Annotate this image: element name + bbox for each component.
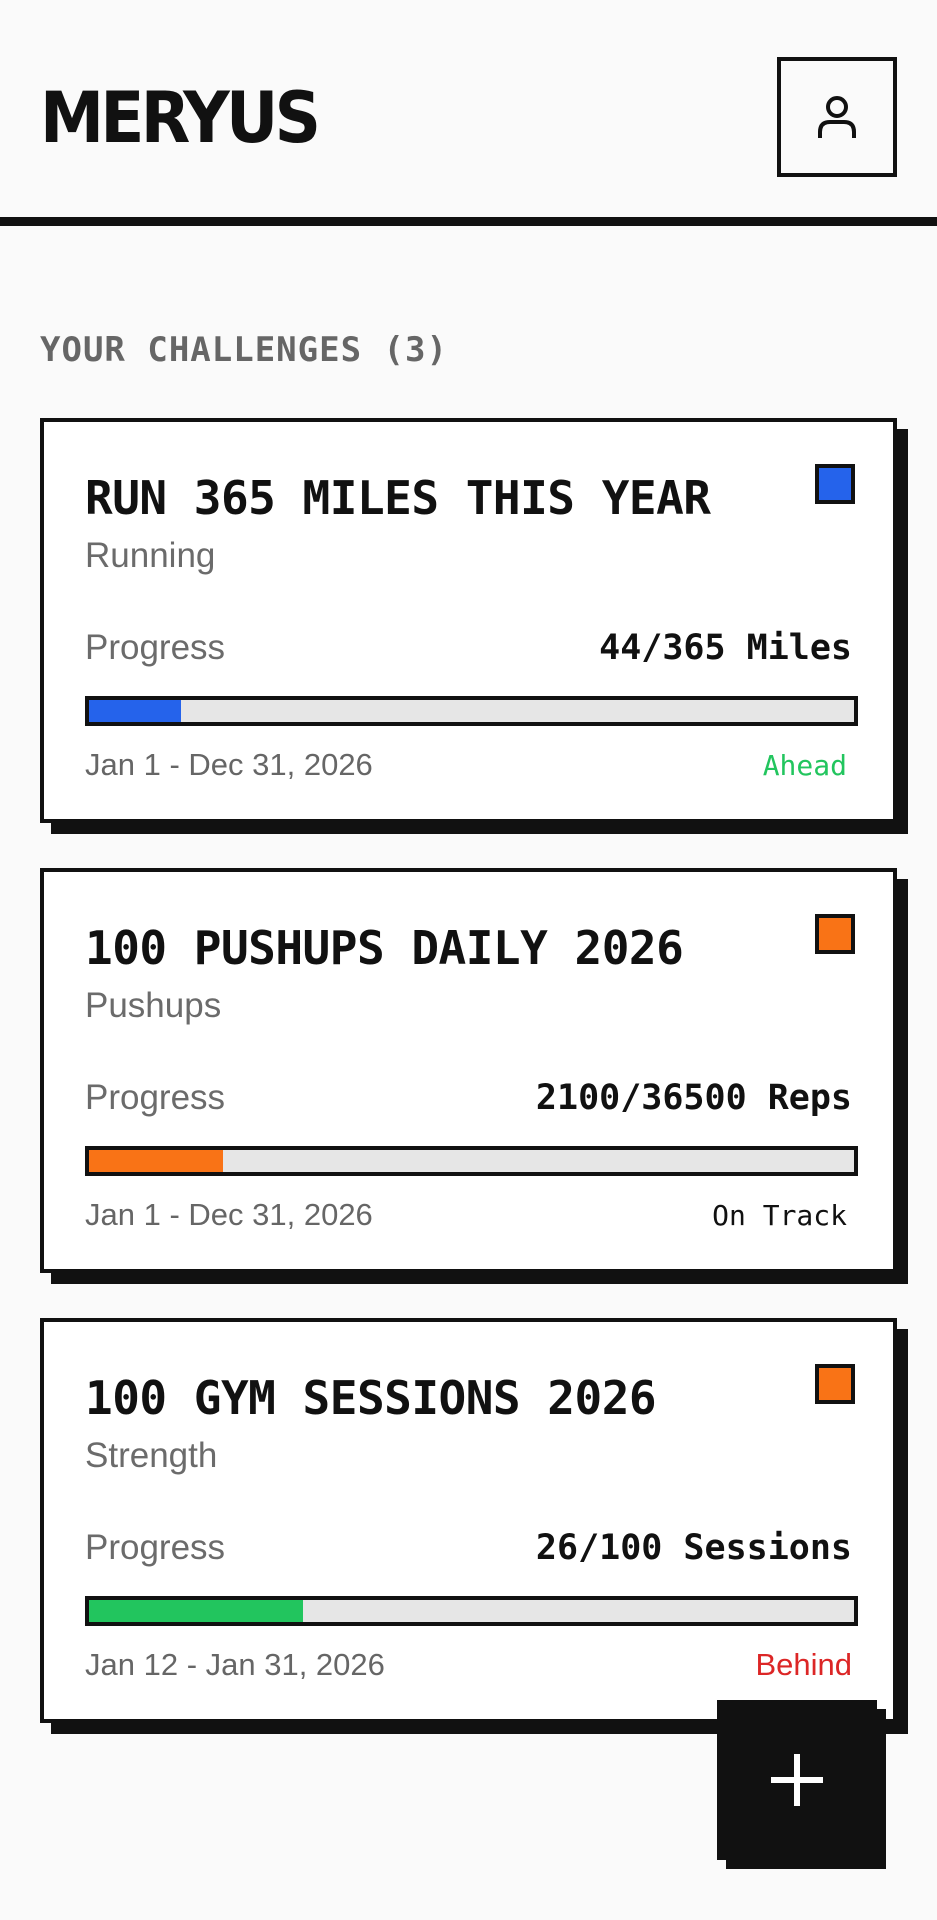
progress-fill — [89, 700, 182, 722]
challenge-dates: Jan 1 - Dec 31, 2026 — [85, 1197, 373, 1232]
challenge-title: 100 PUSHUPS DAILY 2026 — [85, 921, 684, 975]
status-badge: Behind — [755, 1647, 852, 1682]
status-badge: Ahead — [762, 749, 847, 782]
profile-button[interactable] — [777, 57, 897, 177]
add-challenge-button[interactable] — [717, 1700, 877, 1860]
challenge-color-swatch — [815, 464, 855, 504]
progress-value: 26/100 Sessions — [535, 1528, 852, 1568]
progress-label: Progress — [85, 1078, 226, 1117]
challenge-title: 100 GYM SESSIONS 2026 — [85, 1371, 657, 1425]
progress-bar — [85, 696, 858, 726]
challenge-card[interactable]: 100 PUSHUPS DAILY 2026 Pushups Progress … — [40, 868, 897, 1273]
section-title: YOUR CHALLENGES (3) — [40, 330, 448, 370]
challenge-dates: Jan 1 - Dec 31, 2026 — [85, 747, 373, 782]
progress-fill — [89, 1600, 304, 1622]
progress-bar — [85, 1596, 858, 1626]
status-badge: On Track — [712, 1199, 847, 1232]
app-logo: MERYUS — [40, 77, 321, 159]
progress-fill — [89, 1150, 223, 1172]
plus-icon — [771, 1754, 823, 1806]
challenge-card[interactable]: 100 GYM SESSIONS 2026 Strength Progress … — [40, 1318, 897, 1723]
app-header: MERYUS — [0, 0, 937, 226]
progress-bar — [85, 1146, 858, 1176]
challenge-color-swatch — [815, 1364, 855, 1404]
challenge-card[interactable]: RUN 365 MILES THIS YEAR Running Progress… — [40, 418, 897, 823]
progress-value: 44/365 Miles — [599, 628, 852, 668]
challenge-color-swatch — [815, 914, 855, 954]
progress-label: Progress — [85, 1528, 226, 1567]
challenge-dates: Jan 12 - Jan 31, 2026 — [85, 1647, 385, 1682]
challenge-title: RUN 365 MILES THIS YEAR — [85, 471, 711, 525]
challenge-category: Running — [85, 536, 216, 575]
user-icon — [818, 96, 856, 138]
challenge-category: Strength — [85, 1436, 218, 1475]
progress-value: 2100/36500 Reps — [535, 1078, 852, 1118]
challenge-category: Pushups — [85, 986, 222, 1025]
progress-label: Progress — [85, 628, 226, 667]
